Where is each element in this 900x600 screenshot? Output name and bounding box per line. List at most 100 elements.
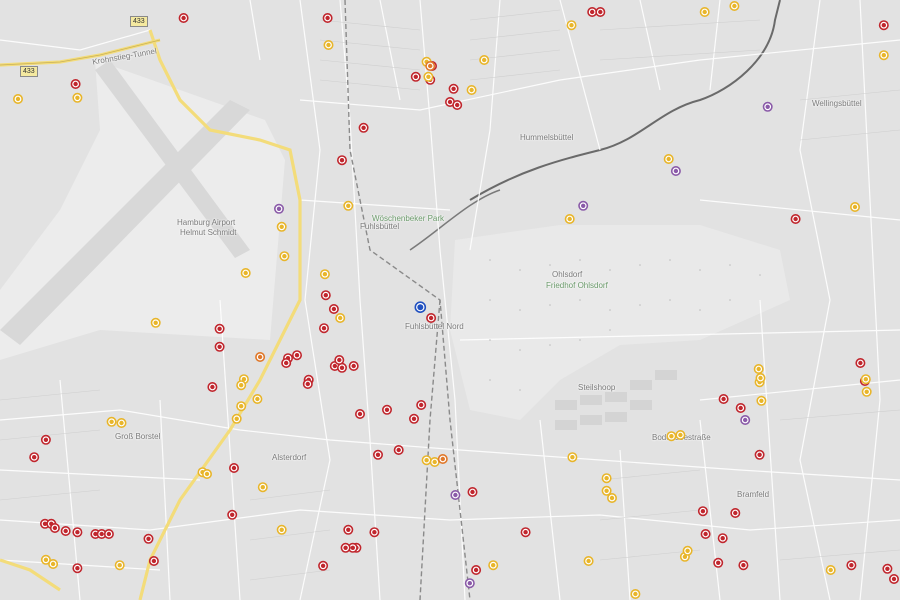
map-marker-incident[interactable] — [358, 122, 369, 133]
map-marker-incident[interactable] — [448, 83, 459, 94]
map-marker-construction[interactable] — [860, 374, 871, 385]
map-marker-incident[interactable] — [735, 402, 746, 413]
map-marker-incident[interactable] — [354, 408, 365, 419]
map-marker-construction[interactable] — [849, 202, 860, 213]
map-marker-incident[interactable] — [381, 404, 392, 415]
map-marker-incident[interactable] — [143, 533, 154, 544]
map-marker-incident[interactable] — [888, 573, 899, 584]
map-marker-construction[interactable] — [202, 468, 213, 479]
map-marker-construction[interactable] — [861, 386, 872, 397]
map-marker-incident[interactable] — [214, 323, 225, 334]
map-marker-construction[interactable] — [319, 269, 330, 280]
map-marker-event[interactable] — [670, 166, 681, 177]
map-marker-construction[interactable] — [276, 221, 287, 232]
map-marker-incident[interactable] — [587, 7, 598, 17]
map-marker-incident[interactable] — [372, 449, 383, 460]
map-marker-construction[interactable] — [479, 54, 490, 65]
map-marker-construction[interactable] — [231, 413, 242, 424]
map-marker-incident[interactable] — [227, 509, 238, 520]
map-marker-construction[interactable] — [567, 452, 578, 463]
map-marker-incident[interactable] — [29, 452, 40, 463]
map-marker-construction[interactable] — [279, 251, 290, 262]
map-marker-incident[interactable] — [291, 350, 302, 361]
map-marker-construction[interactable] — [236, 380, 247, 391]
map-marker-construction[interactable] — [323, 39, 334, 50]
map-marker-incident[interactable] — [334, 354, 345, 365]
map-marker-incident[interactable] — [72, 527, 83, 538]
map-marker-incident[interactable] — [713, 557, 724, 568]
map-marker-incident[interactable] — [178, 13, 189, 23]
map-marker-construction[interactable] — [825, 564, 836, 575]
map-canvas[interactable]: Hamburg Airport Helmut Schmidt Fuhlsbütt… — [0, 0, 900, 600]
map-marker-construction[interactable] — [343, 200, 354, 211]
map-marker-incident[interactable] — [878, 20, 889, 31]
map-marker-construction[interactable] — [106, 416, 117, 427]
map-marker-construction[interactable] — [240, 267, 251, 278]
map-marker-event[interactable] — [450, 489, 461, 500]
map-marker-construction[interactable] — [114, 560, 125, 571]
map-marker-construction[interactable] — [48, 558, 59, 569]
map-marker-info[interactable] — [414, 301, 427, 314]
map-marker-construction[interactable] — [666, 431, 677, 442]
map-marker-incident[interactable] — [340, 542, 351, 553]
map-marker-construction[interactable] — [276, 524, 287, 535]
map-marker-event[interactable] — [762, 101, 773, 112]
map-marker-incident[interactable] — [754, 449, 765, 460]
map-marker-incident[interactable] — [328, 303, 339, 314]
map-marker-incident[interactable] — [60, 525, 71, 536]
map-marker-construction[interactable] — [252, 393, 263, 404]
map-marker-incident[interactable] — [738, 560, 749, 571]
map-marker-incident[interactable] — [393, 444, 404, 455]
map-marker-construction[interactable] — [335, 312, 346, 323]
map-marker-construction[interactable] — [699, 7, 710, 17]
map-marker-construction[interactable] — [753, 363, 764, 374]
map-marker-event[interactable] — [464, 578, 475, 589]
map-marker-construction[interactable] — [150, 317, 161, 328]
map-marker-construction[interactable] — [583, 555, 594, 566]
map-marker-construction[interactable] — [566, 20, 577, 31]
map-marker-incident[interactable] — [229, 462, 240, 473]
map-marker-incident[interactable] — [452, 100, 463, 111]
map-marker-incident[interactable] — [40, 434, 51, 445]
map-marker-incident[interactable] — [730, 507, 741, 518]
map-marker-incident[interactable] — [410, 71, 421, 82]
map-marker-incident[interactable] — [467, 486, 478, 497]
map-marker-construction[interactable] — [13, 94, 23, 105]
map-marker-incident[interactable] — [369, 527, 380, 538]
map-marker-incident[interactable] — [318, 323, 329, 334]
map-marker-construction[interactable] — [116, 417, 127, 428]
map-marker-incident[interactable] — [595, 7, 606, 17]
map-marker-incident[interactable] — [343, 524, 354, 535]
map-marker-construction[interactable] — [878, 50, 889, 61]
map-marker-incident[interactable] — [49, 522, 60, 533]
map-marker-incident[interactable] — [416, 399, 427, 410]
map-marker-incident[interactable] — [348, 360, 359, 371]
map-marker-construction[interactable] — [236, 401, 247, 412]
map-marker-construction[interactable] — [421, 455, 432, 466]
map-marker-event[interactable] — [740, 414, 751, 425]
map-marker-incident[interactable] — [697, 506, 708, 517]
map-marker-hazard[interactable] — [437, 453, 448, 464]
map-marker-incident[interactable] — [336, 155, 347, 166]
map-marker-incident[interactable] — [207, 381, 218, 392]
map-marker-incident[interactable] — [408, 413, 419, 424]
map-marker-construction[interactable] — [72, 92, 83, 103]
map-marker-incident[interactable] — [520, 527, 531, 538]
map-marker-construction[interactable] — [606, 492, 617, 503]
map-marker-event[interactable] — [273, 203, 284, 214]
map-marker-incident[interactable] — [322, 13, 333, 23]
map-marker-construction[interactable] — [756, 395, 767, 406]
map-marker-incident[interactable] — [426, 312, 437, 323]
map-marker-incident[interactable] — [281, 357, 292, 368]
map-marker-hazard[interactable] — [425, 60, 436, 71]
map-marker-incident[interactable] — [717, 533, 728, 544]
map-marker-construction[interactable] — [675, 429, 686, 440]
map-marker-incident[interactable] — [72, 563, 83, 574]
map-marker-event[interactable] — [578, 200, 589, 211]
map-marker-incident[interactable] — [882, 563, 893, 574]
map-marker-incident[interactable] — [846, 560, 857, 571]
map-marker-construction[interactable] — [423, 71, 434, 82]
map-marker-incident[interactable] — [318, 560, 329, 571]
map-marker-incident[interactable] — [718, 393, 729, 404]
map-marker-incident[interactable] — [855, 357, 866, 368]
